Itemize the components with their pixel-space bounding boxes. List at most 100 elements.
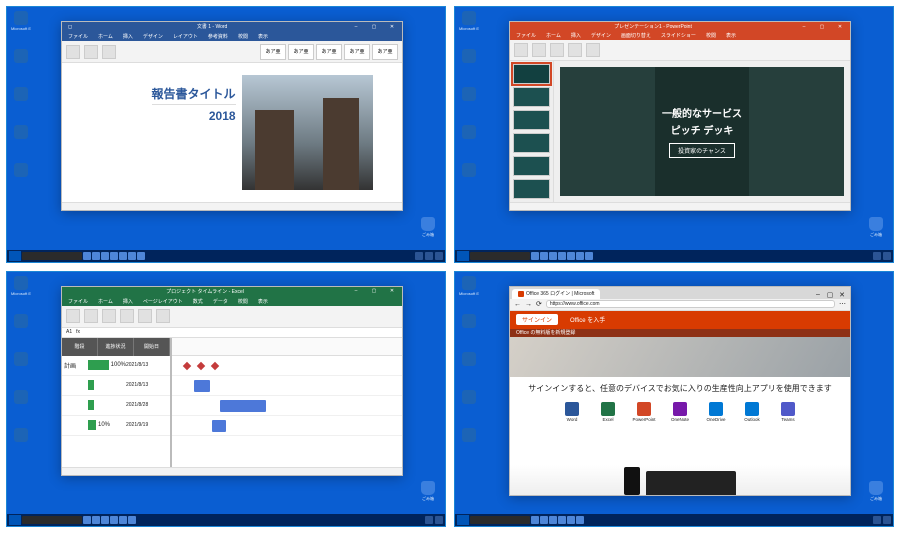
- paragraph-group[interactable]: [568, 43, 582, 57]
- minimize-button[interactable]: –: [350, 23, 362, 31]
- doc-title[interactable]: 報告書タイトル: [152, 85, 236, 105]
- maximize-button[interactable]: ▢: [368, 287, 380, 295]
- desktop-icon[interactable]: [459, 390, 479, 416]
- desktop-icon[interactable]: [11, 125, 31, 151]
- close-button[interactable]: ✕: [386, 23, 398, 31]
- app-onedrive[interactable]: OneDrive: [704, 402, 728, 422]
- taskbar-app[interactable]: [576, 252, 584, 260]
- qat[interactable]: ◻: [66, 23, 74, 31]
- tab-insert[interactable]: 挿入: [121, 32, 135, 41]
- desktop-icon[interactable]: [11, 87, 31, 113]
- tab-file[interactable]: ファイル: [66, 32, 90, 41]
- taskbar-app[interactable]: [567, 516, 575, 524]
- tab-data[interactable]: データ: [211, 297, 230, 306]
- taskbar-app[interactable]: [531, 252, 539, 260]
- taskbar-app[interactable]: [128, 516, 136, 524]
- recycle-bin[interactable]: ごみ箱: [865, 481, 887, 502]
- tab-slideshow[interactable]: スライドショー: [659, 31, 698, 40]
- tab-insert[interactable]: 挿入: [121, 297, 135, 306]
- desktop-icon[interactable]: [459, 314, 479, 340]
- taskbar-app[interactable]: [119, 252, 127, 260]
- desktop-icon[interactable]: [11, 163, 31, 189]
- tab-home[interactable]: ホーム: [96, 32, 115, 41]
- start-button[interactable]: [457, 251, 469, 261]
- thumbnail-1[interactable]: [513, 64, 550, 84]
- tab-references[interactable]: 参考資料: [206, 32, 230, 41]
- minimize-button[interactable]: –: [350, 287, 362, 295]
- taskbar-app[interactable]: [558, 252, 566, 260]
- taskbar-app[interactable]: [92, 516, 100, 524]
- taskbar-search[interactable]: [22, 252, 82, 260]
- excel-window[interactable]: プロジェクト タイムライン - Excel – ▢ ✕ ファイル ホーム 挿入 …: [61, 286, 403, 476]
- tab-design[interactable]: デザイン: [589, 31, 613, 40]
- app-onenote[interactable]: OneNote: [668, 402, 692, 422]
- tab-review[interactable]: 校閲: [704, 31, 718, 40]
- tray-icon[interactable]: [435, 252, 443, 260]
- col-header[interactable]: 階段: [62, 338, 98, 356]
- tab-home[interactable]: ホーム: [96, 297, 115, 306]
- thumbnail-6[interactable]: [513, 179, 550, 199]
- col-header[interactable]: 開始日: [134, 338, 170, 356]
- desktop-icon[interactable]: [11, 314, 31, 340]
- document-area[interactable]: 報告書タイトル 2018: [62, 63, 402, 202]
- paste-button[interactable]: [514, 43, 528, 57]
- tab-formulas[interactable]: 数式: [191, 297, 205, 306]
- tab-layout[interactable]: レイアウト: [171, 32, 200, 41]
- tray-icon[interactable]: [873, 516, 881, 524]
- desktop-icon[interactable]: [459, 125, 479, 151]
- taskbar-app[interactable]: [540, 252, 548, 260]
- taskbar-search[interactable]: [470, 516, 530, 524]
- tab-file[interactable]: ファイル: [66, 297, 90, 306]
- banner[interactable]: Office の無料版を新規登録: [510, 329, 850, 337]
- col-header[interactable]: 進捗状況: [98, 338, 134, 356]
- recycle-bin[interactable]: ごみ箱: [417, 481, 439, 502]
- tab-insert[interactable]: 挿入: [569, 31, 583, 40]
- maximize-button[interactable]: ▢: [368, 23, 380, 31]
- desktop-icon[interactable]: [459, 352, 479, 378]
- start-button[interactable]: [9, 515, 21, 525]
- close-button[interactable]: ✕: [836, 291, 848, 299]
- table-row[interactable]: 計画 100% 2021/8/13: [62, 356, 170, 376]
- desktop-icon[interactable]: [11, 352, 31, 378]
- tray-icon[interactable]: [425, 516, 433, 524]
- app-powerpoint[interactable]: PowerPoint: [632, 402, 656, 422]
- font-group[interactable]: [84, 309, 98, 323]
- start-button[interactable]: [457, 515, 469, 525]
- tray-icon[interactable]: [883, 252, 891, 260]
- close-button[interactable]: ✕: [834, 23, 846, 31]
- minimize-button[interactable]: –: [798, 23, 810, 31]
- forward-button[interactable]: →: [525, 301, 532, 308]
- desktop-icon-edge[interactable]: Microsoft Edge: [11, 11, 31, 37]
- tab-view[interactable]: 表示: [256, 32, 270, 41]
- taskbar-app[interactable]: [83, 516, 91, 524]
- tray-icon[interactable]: [873, 252, 881, 260]
- shapes-group[interactable]: [586, 43, 600, 57]
- alignment-group[interactable]: [102, 309, 116, 323]
- taskbar-app[interactable]: [540, 516, 548, 524]
- tab-transitions[interactable]: 画面切り替え: [619, 31, 653, 40]
- table-row[interactable]: 2021/8/13: [62, 376, 170, 396]
- doc-image[interactable]: [242, 75, 373, 189]
- taskbar-app[interactable]: [101, 252, 109, 260]
- thumbnail-3[interactable]: [513, 110, 550, 130]
- tab-view[interactable]: 表示: [724, 31, 738, 40]
- desktop-icon[interactable]: [459, 428, 479, 454]
- back-button[interactable]: ←: [514, 301, 521, 308]
- taskbar-app[interactable]: [576, 516, 584, 524]
- taskbar-app[interactable]: [137, 252, 145, 260]
- taskbar-app[interactable]: [531, 516, 539, 524]
- tray-icon[interactable]: [425, 252, 433, 260]
- powerpoint-window[interactable]: プレゼンテーション1 - PowerPoint – ▢ ✕ ファイル ホーム 挿…: [509, 21, 851, 211]
- taskbar-app[interactable]: [83, 252, 91, 260]
- slide-title-1[interactable]: 一般的なサービス: [662, 105, 742, 120]
- thumbnail-2[interactable]: [513, 87, 550, 107]
- desktop-icon[interactable]: [459, 87, 479, 113]
- tab-review[interactable]: 校閲: [236, 297, 250, 306]
- tray-icon[interactable]: [415, 252, 423, 260]
- tab-home[interactable]: ホーム: [544, 31, 563, 40]
- tab-layout[interactable]: ページレイアウト: [141, 297, 185, 306]
- slide-title-2[interactable]: ピッチ デッキ: [662, 122, 742, 137]
- taskbar-app[interactable]: [101, 516, 109, 524]
- taskbar-app[interactable]: [119, 516, 127, 524]
- app-teams[interactable]: Teams: [776, 402, 800, 422]
